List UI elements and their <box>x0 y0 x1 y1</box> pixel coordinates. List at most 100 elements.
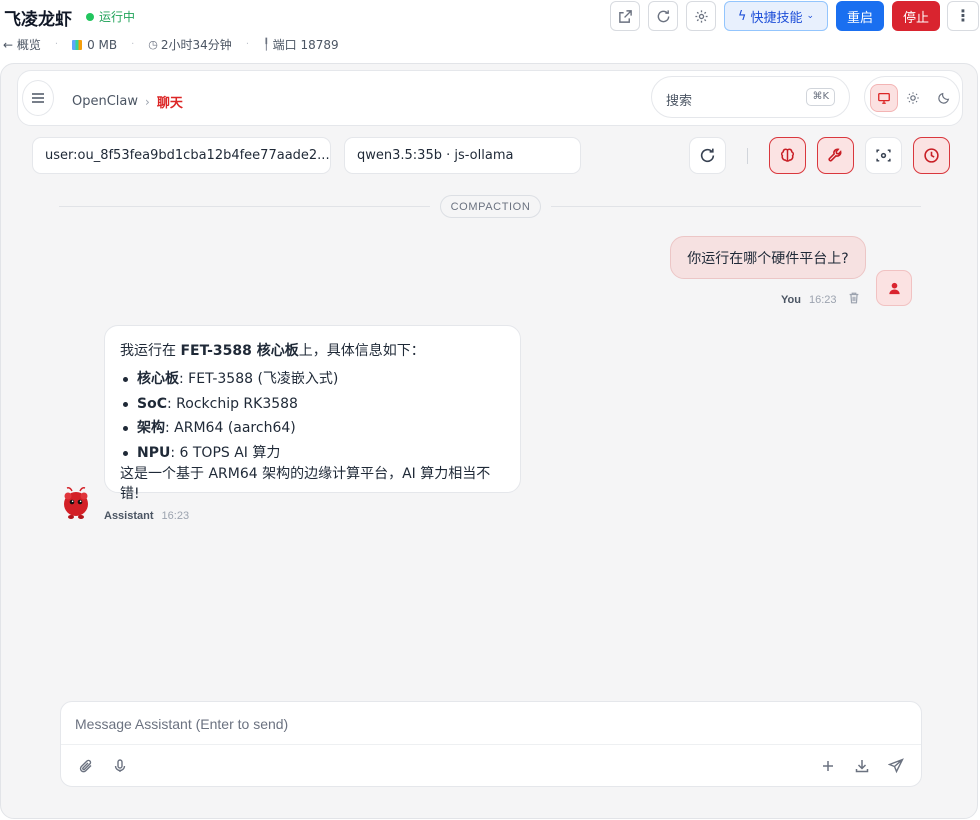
spec-value: : ARM64 (aarch64) <box>165 420 296 436</box>
back-to-overview-link[interactable]: ← 概览 <box>3 36 41 53</box>
external-link-icon <box>618 9 632 23</box>
toolbar-divider <box>747 148 748 164</box>
list-item: SoC: Rockchip RK3588 <box>120 394 505 419</box>
assistant-message-time: 16:23 <box>161 510 190 522</box>
assistant-message-meta: Assistant 16:23 <box>104 510 189 522</box>
port-value: 端口 18789 <box>272 38 339 52</box>
monitor-icon <box>878 92 890 104</box>
refresh-button[interactable] <box>648 1 678 31</box>
spec-key: SoC <box>137 395 167 412</box>
hamburger-icon <box>32 93 44 103</box>
reload-session-button[interactable] <box>689 137 726 174</box>
download-button[interactable] <box>850 754 874 778</box>
intro-suffix: 上，具体信息如下： <box>298 343 425 359</box>
assistant-message-bubble: 我运行在 FET-3588 核心板上，具体信息如下： 核心板: FET-3588… <box>104 325 521 502</box>
memory-value: 0 MB <box>87 37 118 52</box>
quick-skills-label: 快捷技能 <box>750 10 803 26</box>
assistant-sender-name: Assistant <box>104 510 154 522</box>
pin-icon: ╿ <box>263 38 270 51</box>
assistant-intro: 我运行在 FET-3588 核心板上，具体信息如下： <box>120 340 505 360</box>
focus-mode-button[interactable] <box>865 137 902 174</box>
download-icon <box>855 760 869 773</box>
settings-button[interactable] <box>686 1 716 31</box>
theme-switcher <box>864 76 960 118</box>
message-composer[interactable]: Message Assistant (Enter to send) <box>60 701 922 787</box>
user-message-meta: You 16:23 <box>781 294 837 306</box>
list-item: 核心板: FET-3588 (飞凌嵌入式) <box>120 369 505 394</box>
spec-key: 架构 <box>137 420 165 436</box>
gear-icon <box>694 9 708 23</box>
clock-icon <box>924 148 939 163</box>
stop-button[interactable]: 停止 <box>892 1 940 31</box>
separator: · <box>54 39 59 50</box>
quick-skills-button[interactable]: ϟ 快捷技能 ⌄ <box>724 1 828 31</box>
divider-line <box>59 206 430 207</box>
scan-focus-icon <box>876 149 891 162</box>
user-sender-name: You <box>781 294 801 306</box>
model-select[interactable]: qwen3.5:35b · js-ollama <box>344 137 581 174</box>
voice-input-button[interactable] <box>108 754 132 778</box>
theme-dark-button[interactable] <box>930 84 958 112</box>
separator: · <box>245 39 249 50</box>
divider-line <box>551 206 921 207</box>
delete-message-button[interactable] <box>847 291 861 310</box>
send-button[interactable] <box>884 754 908 778</box>
memory-icon <box>72 39 83 50</box>
plus-icon <box>823 761 833 771</box>
spec-value: : Rockchip RK3588 <box>166 395 298 412</box>
spec-value: : FET-3588 (飞凌嵌入式) <box>179 371 339 387</box>
refresh-icon <box>657 9 669 22</box>
breadcrumb-root[interactable]: OpenClaw <box>72 94 138 109</box>
spec-value: : 6 TOPS AI 算力 <box>170 444 281 461</box>
send-icon <box>888 758 904 774</box>
list-item: 架构: ARM64 (aarch64) <box>120 418 505 443</box>
composer-divider <box>61 744 921 745</box>
paperclip-icon <box>79 759 92 773</box>
clock-icon: ◷ <box>148 38 158 51</box>
breadcrumb-separator-icon: › <box>145 94 150 109</box>
status-text: 运行中 <box>99 10 136 24</box>
compaction-divider-label: COMPACTION <box>440 195 541 218</box>
hardware-spec-list: 核心板: FET-3588 (飞凌嵌入式) SoC: Rockchip RK35… <box>120 369 505 467</box>
tools-toggle-button[interactable] <box>817 137 854 174</box>
app-header: 飞凌龙虾 运行中 ← 概览 · 0 MB · ◷ 2小时34分钟 · ╿ 端口 … <box>0 0 980 60</box>
status-dot-icon <box>86 12 94 21</box>
session-user-select[interactable]: user:ou_8f53fea9bd1cba12b4fee77aade2... <box>32 137 331 174</box>
more-options-button[interactable]: ⋮ <box>947 1 979 31</box>
intro-bold: FET-3588 核心板 <box>180 343 299 359</box>
chevron-down-icon: ⌄ <box>806 11 815 21</box>
trash-icon <box>849 292 859 304</box>
lightning-icon: ϟ <box>737 8 747 24</box>
user-avatar <box>876 270 912 306</box>
spec-key: 核心板 <box>137 371 179 387</box>
status-indicator: 运行中 <box>86 8 135 25</box>
theme-light-button[interactable] <box>899 84 927 112</box>
moon-icon <box>938 92 950 104</box>
search-shortcut-badge: ⌘K <box>806 88 835 106</box>
new-item-button[interactable] <box>816 754 840 778</box>
theme-system-button[interactable] <box>870 84 898 112</box>
history-toggle-button[interactable] <box>913 137 950 174</box>
breadcrumb-current: 聊天 <box>156 96 183 111</box>
search-placeholder: 搜索 <box>666 94 693 109</box>
spec-key: NPU <box>137 444 171 461</box>
open-external-button[interactable] <box>610 1 640 31</box>
microphone-icon <box>114 759 126 772</box>
assistant-outro: 这是一个基于 ARM64 架构的边缘计算平台，AI 算力相当不错! <box>120 466 491 502</box>
restart-button[interactable]: 重启 <box>836 1 884 31</box>
list-item: NPU: 6 TOPS AI 算力 <box>120 443 505 468</box>
sun-icon <box>907 92 919 104</box>
thinking-toggle-button[interactable] <box>769 137 806 174</box>
uptime-value: 2小时34分钟 <box>160 38 232 52</box>
chat-panel: OpenClaw › 聊天 搜索 ⌘K user:ou_8f53fea9bd1c… <box>0 63 978 819</box>
separator: · <box>131 39 135 50</box>
breadcrumb: OpenClaw › 聊天 <box>72 92 183 111</box>
lobster-mascot-icon <box>64 487 88 519</box>
menu-toggle-button[interactable] <box>22 80 54 116</box>
kebab-menu-icon: ⋮ <box>955 8 971 25</box>
meta-row: ← 概览 · 0 MB · ◷ 2小时34分钟 · ╿ 端口 18789 <box>3 36 339 53</box>
attach-file-button[interactable] <box>74 754 98 778</box>
top-bar: OpenClaw › 聊天 搜索 ⌘K <box>17 70 963 126</box>
search-input[interactable]: 搜索 ⌘K <box>651 76 850 118</box>
message-input-placeholder: Message Assistant (Enter to send) <box>75 716 289 732</box>
